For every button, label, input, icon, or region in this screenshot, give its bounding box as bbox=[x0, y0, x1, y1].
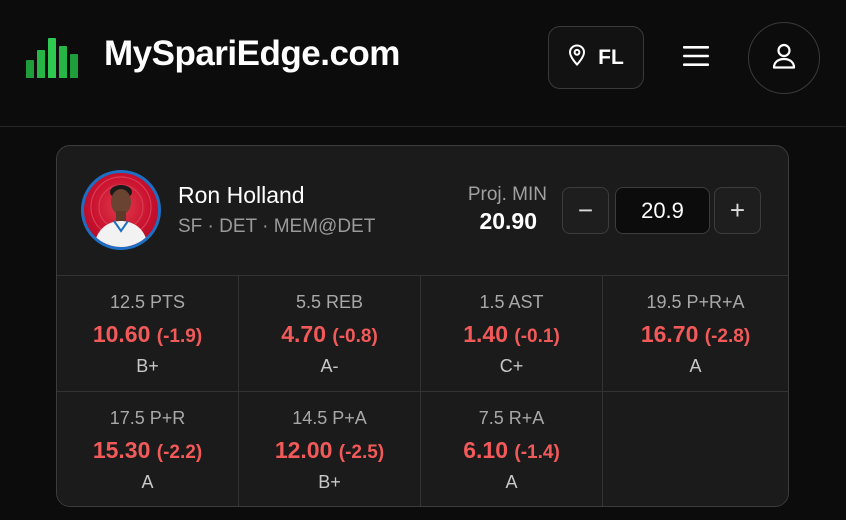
prop-line: 14.5 P+A bbox=[292, 408, 367, 428]
user-icon bbox=[772, 43, 796, 74]
prop-line: 17.5 P+R bbox=[109, 408, 186, 428]
prop-projection: 6.10 (-1.4) bbox=[463, 437, 560, 463]
prop-diff: (-1.9) bbox=[156, 326, 203, 347]
location-pin-icon bbox=[568, 43, 586, 72]
projected-minutes-label: Proj. MIN bbox=[467, 184, 547, 205]
logo-bar bbox=[70, 54, 78, 78]
prop-diff: (-2.5) bbox=[338, 442, 385, 463]
prop-diff: (-2.2) bbox=[156, 442, 203, 463]
logo-bar bbox=[26, 60, 34, 78]
logo-bar bbox=[37, 50, 45, 78]
player-card: Ron Holland SF · DET · MEM@DET Proj. MIN… bbox=[56, 145, 789, 507]
prop-projection: 15.30 (-2.2) bbox=[92, 437, 203, 463]
minutes-input[interactable] bbox=[615, 187, 710, 234]
prop-projection: 16.70 (-2.8) bbox=[640, 321, 751, 347]
prop-grade: A bbox=[505, 472, 518, 492]
hamburger-menu-icon bbox=[683, 45, 709, 72]
prop-projection: 12.00 (-2.5) bbox=[274, 437, 385, 463]
prop-grade: B+ bbox=[318, 472, 341, 492]
prop-card[interactable]: 1.5 AST 1.40 (-0.1) C+ bbox=[421, 276, 603, 392]
prop-diff: (-0.8) bbox=[332, 326, 378, 347]
site-title[interactable]: MySpariEdge.com bbox=[104, 34, 400, 74]
prop-line: 19.5 P+R+A bbox=[646, 292, 745, 312]
prop-grade: A bbox=[141, 472, 154, 492]
prop-grid: 12.5 PTS 10.60 (-1.9) B+ 5.5 REB 4.70 (-… bbox=[57, 276, 788, 506]
player-meta: SF · DET · MEM@DET bbox=[178, 216, 376, 237]
prop-line: 1.5 AST bbox=[479, 292, 544, 312]
empty-prop-slot bbox=[603, 392, 788, 506]
prop-card[interactable]: 7.5 R+A 6.10 (-1.4) A bbox=[421, 392, 603, 506]
increment-minutes-button[interactable]: + bbox=[714, 187, 761, 234]
prop-diff: (-0.1) bbox=[514, 326, 560, 347]
player-avatar[interactable] bbox=[81, 170, 161, 250]
prop-projection: 1.40 (-0.1) bbox=[463, 321, 560, 347]
logo-bar bbox=[48, 38, 56, 78]
location-button[interactable]: FL bbox=[548, 26, 644, 89]
prop-card[interactable]: 12.5 PTS 10.60 (-1.9) B+ bbox=[57, 276, 239, 392]
bar-chart-logo-icon[interactable] bbox=[26, 36, 78, 78]
prop-grade: A- bbox=[320, 356, 339, 376]
prop-grade: A bbox=[689, 356, 702, 376]
prop-diff: (-1.4) bbox=[514, 442, 560, 463]
account-button[interactable] bbox=[748, 22, 820, 94]
prop-line: 5.5 REB bbox=[295, 292, 364, 312]
player-summary: Ron Holland SF · DET · MEM@DET Proj. MIN… bbox=[57, 146, 788, 276]
decrement-minutes-button[interactable]: − bbox=[562, 187, 609, 234]
prop-card[interactable]: 5.5 REB 4.70 (-0.8) A- bbox=[239, 276, 421, 392]
prop-projection: 10.60 (-1.9) bbox=[92, 321, 203, 347]
menu-button[interactable] bbox=[672, 38, 720, 78]
site-header: MySpariEdge.com FL bbox=[0, 0, 846, 127]
prop-card[interactable]: 17.5 P+R 15.30 (-2.2) A bbox=[57, 392, 239, 506]
player-name[interactable]: Ron Holland bbox=[178, 182, 305, 209]
prop-line: 7.5 R+A bbox=[478, 408, 545, 428]
location-code: FL bbox=[598, 45, 624, 69]
prop-grade: C+ bbox=[499, 356, 524, 376]
prop-grade: B+ bbox=[136, 356, 159, 376]
prop-card[interactable]: 14.5 P+A 12.00 (-2.5) B+ bbox=[239, 392, 421, 506]
prop-projection: 4.70 (-0.8) bbox=[281, 321, 378, 347]
prop-diff: (-2.8) bbox=[704, 326, 751, 347]
projected-minutes-value: 20.90 bbox=[479, 208, 537, 234]
logo-bar bbox=[59, 46, 67, 78]
prop-line: 12.5 PTS bbox=[109, 292, 186, 312]
prop-card[interactable]: 19.5 P+R+A 16.70 (-2.8) A bbox=[603, 276, 788, 392]
